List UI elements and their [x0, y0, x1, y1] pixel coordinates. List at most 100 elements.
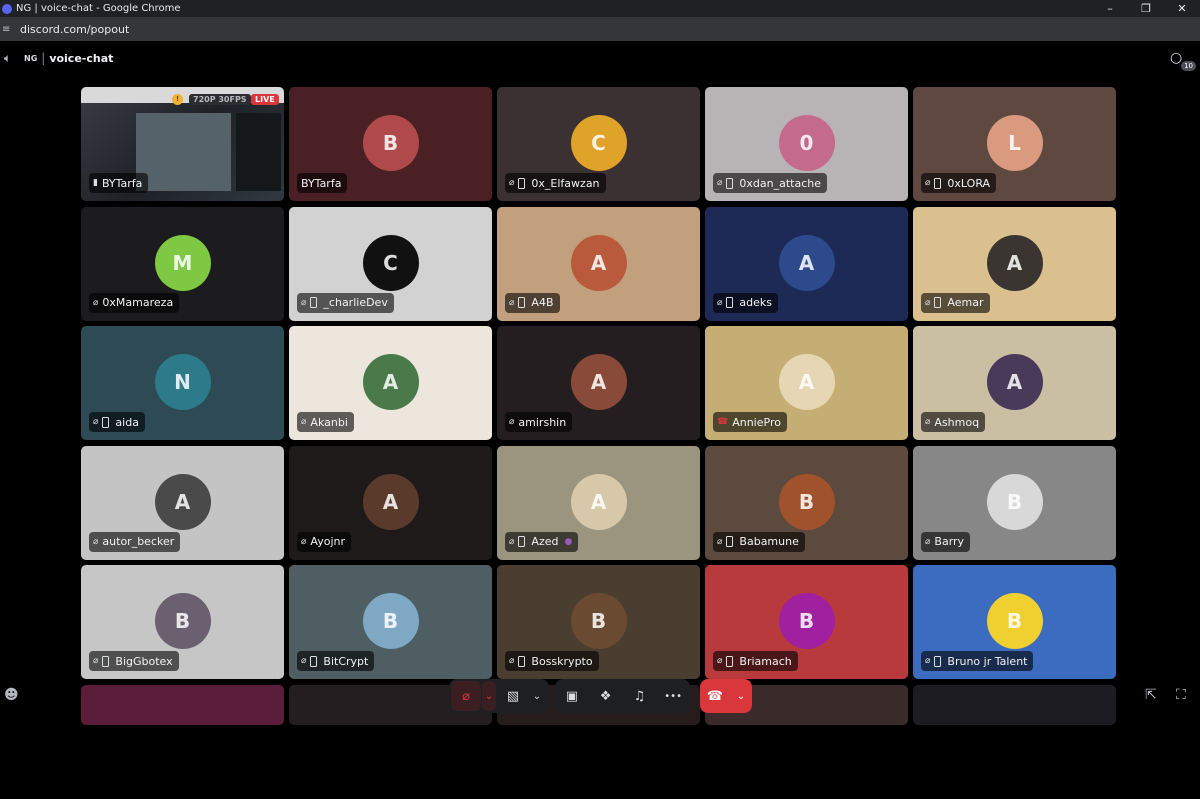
deafened-icon: ⌀ [925, 297, 931, 308]
participant-name: 0x_Elfawzan [531, 176, 600, 190]
participant-label: BYTarfa [297, 173, 348, 193]
mobile-icon [934, 297, 942, 308]
participant-name: autor_becker [102, 535, 175, 548]
participant-tile[interactable]: A ⌀ autor_becker [81, 445, 284, 560]
disconnected-icon: ☎ [717, 417, 729, 427]
header-separator: | [41, 51, 46, 65]
restore-button[interactable]: ❐ [1128, 0, 1164, 17]
call-controls: ☻ ⌀ ⌄ ▧ ⌄ ▣ ❖ ♫ ••• ☎ ⌄ ⇱ ⛶ [0, 679, 1200, 713]
deafened-icon: ⌀ [717, 536, 723, 547]
deafened-icon: ⌀ [925, 417, 931, 427]
participant-tile[interactable]: B ⌀ BitCrypt [289, 565, 492, 679]
channel-name: voice-chat [49, 51, 114, 65]
participant-tile[interactable]: C ⌀ 0x_Elfawzan [497, 87, 700, 201]
participant-name: BitCrypt [323, 654, 369, 668]
participant-tile[interactable]: B BYTarfa [289, 87, 492, 201]
participant-tile[interactable]: A ⌀ Ayojnr [289, 445, 492, 560]
participant-tile[interactable]: A ☎ AnniePro [705, 326, 908, 440]
mic-options-button[interactable]: ⌄ [482, 681, 496, 711]
participant-name: Bosskrypto [531, 654, 593, 668]
address-bar[interactable]: ≡ discord.com/popout [0, 17, 1200, 41]
mobile-icon [726, 655, 734, 667]
camera-button[interactable]: ▧ [498, 681, 528, 711]
avatar: C [570, 115, 627, 171]
deafened-icon: ⌀ [509, 178, 515, 188]
participant-name: Briamach [739, 654, 792, 668]
participant-tile[interactable]: B ⌀ Bosskrypto [497, 565, 700, 679]
deafened-icon: ⌀ [93, 656, 99, 666]
participant-label: ⌀ Ashmoq [921, 412, 986, 432]
participant-label: ⌀ Bruno jr Talent [921, 651, 1034, 671]
participant-tile[interactable]: L ⌀ 0xLORA [913, 87, 1116, 201]
participant-tile[interactable]: A ⌀ Akanbi [289, 326, 492, 440]
activities-button[interactable]: ❖ [591, 681, 621, 711]
deafened-icon: ⌀ [93, 417, 99, 427]
minimize-button[interactable]: – [1092, 0, 1128, 17]
site-settings-icon[interactable]: ≡ [2, 24, 16, 35]
avatar: L [986, 115, 1043, 171]
avatar: A [986, 234, 1043, 291]
mobile-icon [726, 177, 734, 189]
participant-tile[interactable]: A ⌀ adeks [705, 206, 908, 321]
participant-tile[interactable]: A ⌀ Aemar [913, 206, 1116, 321]
live-badge: LIVE [251, 94, 279, 105]
avatar: B [986, 473, 1043, 530]
avatar: B [362, 593, 419, 649]
participant-label: ⌀ adeks [713, 292, 779, 313]
url-text[interactable]: discord.com/popout [20, 23, 129, 36]
deafened-icon: ⌀ [301, 417, 307, 427]
participant-name: aida [115, 415, 139, 429]
participant-tile[interactable]: M ⌀ 0xMamareza [81, 206, 284, 321]
camera-options-button[interactable]: ⌄ [528, 681, 546, 711]
stream-quality-badge: 720P 30FPS [189, 94, 251, 105]
participant-name: _charlieDev [323, 296, 388, 309]
avatar: 0 [778, 115, 835, 171]
mobile-icon [934, 177, 942, 189]
participant-tile[interactable]: A ⌀ Azed ● [497, 445, 700, 560]
participant-tile[interactable]: C ⌀ _charlieDev [289, 206, 492, 321]
participant-name: BigGbotex [115, 654, 173, 668]
participant-tile[interactable]: B ⌀ BigGbotex [81, 565, 284, 679]
close-button[interactable]: ✕ [1164, 0, 1200, 17]
participant-label: ⌀ BigGbotex [89, 651, 179, 671]
participant-label: ⌀ Barry [921, 531, 971, 552]
soundboard-button[interactable]: ♫ [624, 681, 654, 711]
participant-tile[interactable]: 0 ⌀ 0xdan_attache [705, 87, 908, 201]
participant-tile[interactable]: A ⌀ A4B [497, 206, 700, 321]
participant-label: ▮ BYTarfa [89, 173, 149, 193]
mute-button[interactable]: ⌀ [451, 681, 481, 711]
add-user-icon[interactable]: ☻ [4, 687, 19, 703]
mobile-icon [518, 297, 526, 308]
discord-app-icon [2, 3, 12, 14]
fullscreen-icon[interactable]: ⛶ [1176, 687, 1186, 703]
avatar: A [362, 473, 419, 530]
participant-tile[interactable]: B ⌀ Barry [913, 445, 1116, 560]
share-screen-button[interactable]: ▣ [557, 681, 587, 711]
participant-tile[interactable]: A ⌀ Ashmoq [913, 326, 1116, 440]
participant-tile[interactable]: B ⌀ Babamune [705, 445, 908, 560]
participant-tile[interactable]: A ⌀ amirshin [497, 326, 700, 440]
participant-name: Ashmoq [934, 415, 980, 429]
mobile-icon [518, 177, 526, 189]
leave-options-caret[interactable]: ⌄ [737, 691, 745, 702]
mobile-icon [518, 655, 526, 667]
mobile-icon [518, 536, 526, 547]
screen-share-tile[interactable]: ! 720P 30FPS LIVE ▮ BYTarfa [81, 87, 284, 201]
mobile-icon [102, 416, 110, 428]
deafened-icon: ⌀ [925, 656, 931, 666]
participant-label: ⌀ Azed ● [505, 531, 579, 552]
chat-button[interactable]: ○ 10 [1170, 49, 1196, 71]
leave-call-button[interactable]: ☎ ⌄ [700, 679, 752, 713]
avatar: A [778, 354, 835, 410]
participant-tile[interactable]: N ⌀ aida [81, 326, 284, 440]
deafened-icon: ⌀ [509, 536, 515, 547]
popout-icon[interactable]: ⇱ [1145, 687, 1157, 703]
more-options-button[interactable]: ••• [658, 681, 688, 711]
participant-name: Azed [531, 535, 559, 548]
participant-name: 0xdan_attache [739, 176, 822, 190]
window-title: NG | voice-chat - Google Chrome [16, 3, 181, 14]
participant-name: 0xLORA [947, 176, 991, 190]
participant-tile[interactable]: B ⌀ Briamach [705, 565, 908, 679]
deafened-icon: ⌀ [301, 656, 307, 666]
participant-tile[interactable]: B ⌀ Bruno jr Talent [913, 565, 1116, 679]
